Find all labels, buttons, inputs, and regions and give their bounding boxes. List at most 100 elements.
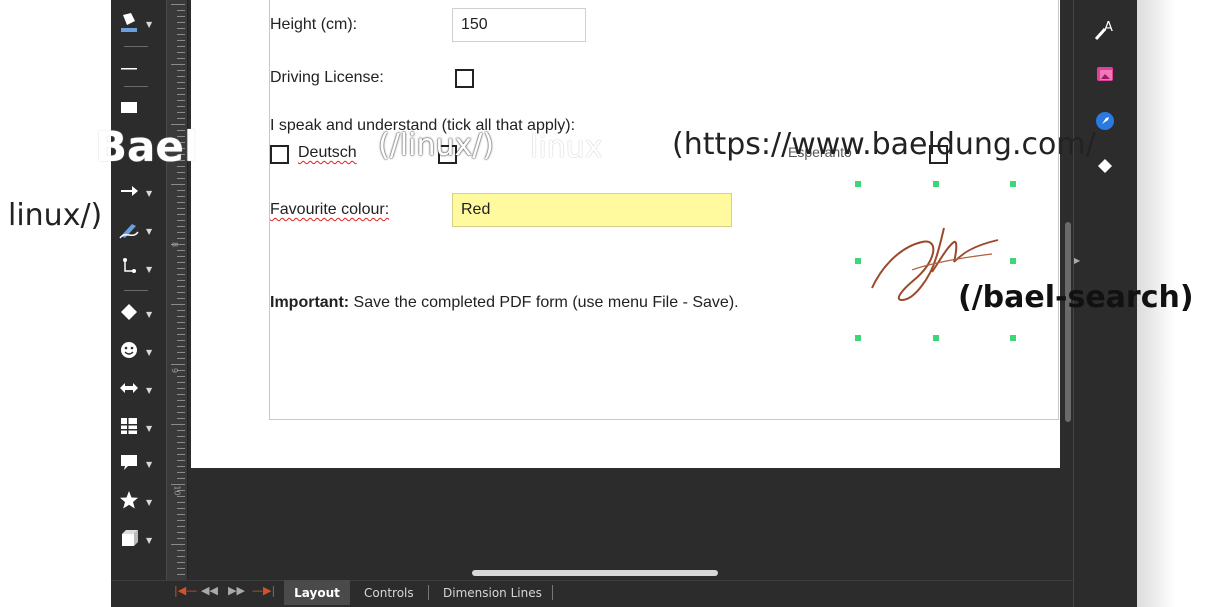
baeldung-url-link[interactable]: (https://www.baeldung.com/	[672, 127, 1096, 162]
ruler-tick	[177, 46, 185, 47]
ruler-tick	[177, 256, 185, 257]
smiley-icon	[118, 340, 140, 364]
ruler-tick	[177, 448, 185, 449]
ruler-tick	[177, 496, 185, 497]
ruler-tick	[171, 64, 185, 65]
chevron-down-icon[interactable]: ▼	[146, 265, 152, 274]
flowchart-button[interactable]: ▼	[118, 416, 160, 440]
ruler-tick	[177, 28, 185, 29]
ruler-tick	[177, 112, 185, 113]
resize-handle[interactable]	[933, 335, 939, 341]
chevron-down-icon[interactable]: ▼	[146, 348, 152, 357]
hamburger-menu-icon[interactable]	[44, 42, 82, 84]
font-effects-icon: A	[1093, 17, 1117, 45]
baeldung-brand-text[interactable]: Bael	[95, 122, 198, 171]
tab-layout[interactable]: Layout	[284, 580, 350, 605]
block-arrows-button[interactable]: ▼	[118, 378, 160, 402]
driving-license-checkbox[interactable]	[455, 69, 474, 88]
chevron-down-icon[interactable]: ▼	[146, 227, 152, 236]
chevron-down-icon[interactable]: ▼	[146, 498, 152, 507]
linux-link[interactable]: (/linux/)	[378, 128, 494, 163]
rectangle-tool-button[interactable]	[118, 96, 160, 120]
chevron-down-icon[interactable]: ▼	[146, 310, 152, 319]
chevron-down-icon[interactable]: ▼	[146, 20, 152, 29]
vertical-scrollbar[interactable]	[1063, 0, 1073, 430]
ruler-tick	[177, 196, 185, 197]
ruler-tick	[177, 214, 185, 215]
ruler-tick	[177, 94, 185, 95]
3d-objects-button[interactable]: ▼	[118, 528, 160, 552]
ruler-tick	[177, 394, 185, 395]
chevron-down-icon[interactable]: ▼	[146, 386, 152, 395]
resize-handle[interactable]	[855, 181, 861, 187]
resize-handle[interactable]	[1010, 181, 1016, 187]
resize-handle[interactable]	[855, 258, 861, 264]
arrow-line-button[interactable]: ▼	[118, 181, 160, 205]
ruler-tick	[177, 106, 185, 107]
signature-image[interactable]	[858, 184, 1014, 340]
chevron-down-icon[interactable]: ▼	[146, 424, 152, 433]
ruler-tick	[177, 346, 185, 347]
next-page-icon[interactable]: ▶▶	[228, 584, 245, 597]
ruler-label: 10	[172, 485, 182, 496]
tab-dimension-lines[interactable]: Dimension Lines	[443, 580, 542, 605]
basic-shapes-button[interactable]: ▼	[118, 302, 160, 326]
ruler-tick	[177, 352, 185, 353]
ruler-tick	[171, 4, 185, 5]
ruler-tick	[177, 556, 185, 557]
baeldung-url-tail[interactable]: linux/)	[8, 198, 102, 233]
rectangle-icon	[118, 96, 140, 120]
ruler-tick	[177, 52, 185, 53]
ruler-label: 8	[170, 241, 180, 248]
ruler-tick	[177, 334, 185, 335]
resize-handle[interactable]	[933, 181, 939, 187]
important-note: Important: Save the completed PDF form (…	[270, 294, 739, 312]
resize-handle[interactable]	[1010, 258, 1016, 264]
sidebar-collapse-icon[interactable]: ▶	[1074, 256, 1080, 265]
resize-handle[interactable]	[1010, 335, 1016, 341]
ruler-tick	[171, 544, 185, 545]
height-label: Height (cm):	[270, 16, 358, 33]
ruler-tick	[177, 382, 185, 383]
symbol-shapes-button[interactable]: ▼	[118, 340, 160, 364]
star-icon	[118, 490, 140, 514]
ruler-tick	[177, 202, 185, 203]
font-effects-button[interactable]: A	[1092, 18, 1118, 44]
ruler-tick	[177, 418, 185, 419]
callouts-button[interactable]: ▼	[118, 452, 160, 476]
curve-tool-button[interactable]: ▼	[118, 219, 160, 243]
gallery-button[interactable]	[1092, 64, 1118, 90]
chevron-down-icon[interactable]: ▼	[146, 536, 152, 545]
stars-button[interactable]: ▼	[118, 490, 160, 514]
chevron-down-icon[interactable]: ▼	[146, 189, 152, 198]
last-page-icon[interactable]: —▶|	[252, 584, 275, 597]
first-page-icon[interactable]: |◀—	[174, 584, 197, 597]
horizontal-scrollbar-thumb[interactable]	[472, 570, 718, 576]
ruler-tick	[177, 310, 185, 311]
fill-color-button[interactable]: ▼	[118, 12, 160, 36]
flowchart-icon	[118, 416, 140, 440]
ruler-tick	[177, 16, 185, 17]
height-field[interactable]: 150	[452, 8, 586, 42]
ruler-tick	[177, 274, 185, 275]
resize-handle[interactable]	[855, 335, 861, 341]
important-bold: Important:	[270, 294, 350, 311]
connector-tool-button[interactable]: ▼	[118, 257, 160, 281]
line-tool-button[interactable]	[118, 58, 160, 82]
ruler-tick	[177, 478, 185, 479]
arrow-line-icon	[118, 181, 140, 205]
ruler-tick	[177, 232, 185, 233]
bael-search-link[interactable]: (/bael-search)	[958, 280, 1194, 315]
chevron-down-icon[interactable]: ▼	[146, 460, 152, 469]
scrollbar-thumb[interactable]	[1065, 222, 1071, 422]
ruler-tick	[171, 184, 185, 185]
favourite-colour-field[interactable]: Red	[452, 193, 732, 227]
ruler-tick	[177, 100, 185, 101]
previous-page-icon[interactable]: ◀◀	[201, 584, 218, 597]
ruler-tick	[177, 454, 185, 455]
deutsch-checkbox[interactable]	[270, 145, 289, 164]
ruler-tick	[177, 286, 185, 287]
ruler-tick	[177, 34, 185, 35]
ruler-tick	[177, 568, 185, 569]
tab-controls[interactable]: Controls	[364, 580, 414, 605]
